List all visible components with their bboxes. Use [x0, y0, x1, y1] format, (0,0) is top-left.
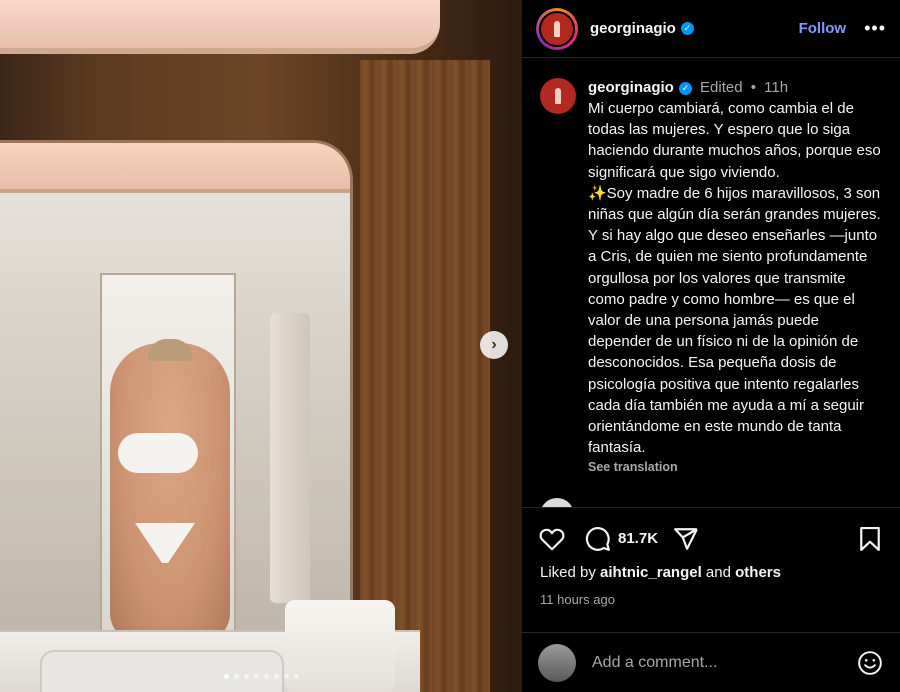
carousel-dot [223, 674, 229, 679]
more-options-icon[interactable]: ••• [864, 18, 886, 39]
carousel-dot [233, 674, 239, 679]
likes-prefix: Liked by [540, 564, 596, 581]
chevron-right-icon: › [491, 336, 497, 353]
person-figure [110, 343, 230, 643]
likes-others-link[interactable]: others [735, 564, 781, 581]
mirror [0, 140, 353, 646]
emoji-icon[interactable] [856, 649, 884, 677]
commenter-avatar[interactable] [540, 498, 574, 507]
caption-text: Mi cuerpo cambiará, como cambia el de to… [588, 98, 882, 458]
carousel-dot [263, 674, 269, 679]
caption: georginagio ✓ Edited • 11h Mi cuerpo camb… [522, 58, 900, 474]
carousel-dot [283, 674, 289, 679]
caption-body: georginagio ✓ Edited • 11h Mi cuerpo camb… [588, 78, 882, 474]
caption-username[interactable]: georginagio [588, 79, 674, 96]
sink-basin [40, 650, 284, 692]
caption-age: 11h [764, 79, 789, 96]
liker-username[interactable]: aihtnic_rangel [600, 564, 702, 581]
verified-badge-icon: ✓ [678, 81, 692, 95]
bookmark-icon[interactable] [856, 525, 884, 553]
follow-button[interactable]: Follow [799, 20, 847, 37]
post-side-panel: georginagio ✓ Follow ••• georginagio ✓ Ed… [522, 0, 900, 692]
comment-icon[interactable] [584, 525, 612, 553]
wood-panel [360, 60, 490, 692]
mirror-ceiling [0, 143, 350, 193]
story-ring[interactable] [536, 7, 578, 50]
current-user-avatar [538, 643, 576, 682]
comment-input[interactable]: Add a comment... [592, 654, 717, 672]
likes-line: Liked by aihtnic_rangel and others [540, 564, 781, 581]
comment-count: 81.7K [618, 530, 659, 547]
post-timestamp[interactable]: 11 hours ago [540, 592, 615, 607]
cap [148, 339, 192, 361]
carousel-dot [253, 674, 259, 679]
post-photo[interactable]: › [0, 0, 522, 692]
carousel-dot [273, 674, 279, 679]
post-header: georginagio ✓ Follow ••• [522, 0, 900, 58]
action-bar: 81.7K [522, 507, 900, 569]
likes-and: and [705, 564, 731, 581]
ceiling-light [0, 0, 440, 54]
avatar-figure [555, 88, 561, 104]
verified-badge-icon: ✓ [680, 22, 694, 35]
caption-paragraph-1: Mi cuerpo cambiará, como cambia el de to… [588, 100, 881, 181]
see-translation-link[interactable]: See translation [588, 460, 882, 474]
carousel-dot [243, 674, 249, 679]
avatar [539, 10, 575, 47]
next-comment-peek [540, 498, 574, 507]
carousel-dots [0, 674, 522, 679]
heart-icon[interactable] [538, 525, 566, 553]
caption-paragraph-2: ✨Soy madre de 6 hijos maravillosos, 3 so… [588, 184, 881, 457]
meta-separator: • [750, 79, 756, 96]
next-slide-button[interactable]: › [480, 331, 508, 359]
caption-avatar[interactable] [540, 78, 576, 114]
comment-composer: Add a comment... [522, 632, 900, 692]
edited-label: Edited [700, 79, 743, 96]
header-username[interactable]: georginagio [590, 20, 676, 37]
hanging-robe [270, 313, 310, 603]
avatar-figure [554, 20, 560, 37]
swimsuit-top [118, 433, 198, 473]
caption-header: georginagio ✓ Edited • 11h [588, 78, 882, 97]
comments-area[interactable]: georginagio ✓ Edited • 11h Mi cuerpo camb… [522, 58, 900, 507]
carousel-dot [293, 674, 299, 679]
share-icon[interactable] [672, 525, 700, 553]
